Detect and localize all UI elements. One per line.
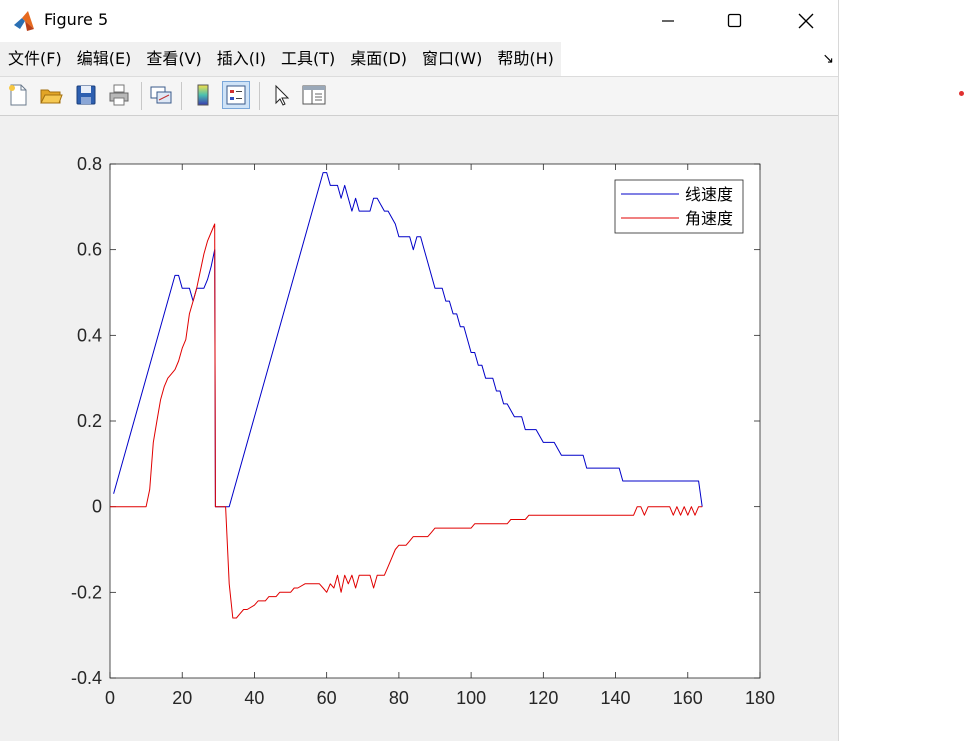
figure-toolbar <box>0 76 838 116</box>
y-tick-label: 0.6 <box>77 240 102 260</box>
save-icon <box>76 85 96 105</box>
minimize-icon <box>662 20 674 22</box>
y-tick-label: -0.2 <box>71 582 102 602</box>
x-tick-label: 80 <box>389 688 409 708</box>
y-tick-label: -0.4 <box>71 668 102 688</box>
colorbar-button[interactable] <box>189 81 217 109</box>
pointer-button[interactable] <box>267 81 295 109</box>
x-tick-label: 100 <box>456 688 486 708</box>
maximize-button[interactable] <box>699 0 771 42</box>
menu-file[interactable]: 文件(F) <box>0 42 69 76</box>
menu-bar: 文件(F) 编辑(E) 查看(V) 插入(I) 工具(T) 桌面(D) 窗口(W… <box>0 42 838 76</box>
x-tick-label: 20 <box>172 688 192 708</box>
y-tick-label: 0.8 <box>77 154 102 174</box>
window-title: Figure 5 <box>44 10 109 29</box>
x-tick-label: 0 <box>105 688 115 708</box>
figure-window: Figure 5 文件(F) 编辑(E) 查看(V) 插入(I) 工具(T) 桌… <box>0 0 839 741</box>
x-tick-label: 40 <box>244 688 264 708</box>
print-icon <box>109 84 129 106</box>
close-button[interactable] <box>770 0 842 42</box>
menu-items: 文件(F) 编辑(E) 查看(V) 插入(I) 工具(T) 桌面(D) 窗口(W… <box>0 42 561 76</box>
menu-desktop[interactable]: 桌面(D) <box>342 42 414 76</box>
link-plot-icon <box>150 86 172 104</box>
y-tick-label: 0 <box>92 497 102 517</box>
line-chart[interactable]: 0 20 40 60 80 100 120 140 160 180 -0.4 -0.2 0 0.2 0.4 0… <box>0 116 838 741</box>
pointer-icon <box>275 84 290 106</box>
legend-label: 线速度 <box>685 185 733 204</box>
matlab-logo-icon <box>12 9 36 33</box>
open-file-icon <box>40 89 63 104</box>
save-button[interactable] <box>72 81 100 109</box>
x-tick-label: 120 <box>528 688 558 708</box>
menu-window[interactable]: 窗口(W) <box>414 42 489 76</box>
legend-icon <box>226 85 246 105</box>
minimize-button[interactable] <box>632 0 704 42</box>
menu-help[interactable]: 帮助(H) <box>489 42 561 76</box>
x-tick-label: 60 <box>317 688 337 708</box>
menu-view[interactable]: 查看(V) <box>138 42 208 76</box>
menu-edit[interactable]: 编辑(E) <box>69 42 139 76</box>
new-figure-button[interactable] <box>4 81 32 109</box>
background-dot <box>959 91 964 96</box>
print-button[interactable] <box>105 81 133 109</box>
new-figure-icon <box>9 84 27 106</box>
property-editor-button[interactable] <box>300 81 328 109</box>
dock-figure-button[interactable]: ↘ <box>822 51 834 67</box>
x-tick-label: 160 <box>673 688 703 708</box>
property-editor-icon <box>302 85 326 105</box>
y-tick-label: 0.4 <box>77 325 102 345</box>
toolbar-separator <box>259 82 260 110</box>
link-plot-button[interactable] <box>147 81 175 109</box>
figure-canvas[interactable]: 0 20 40 60 80 100 120 140 160 180 -0.4 -0.2 0 0.2 0.4 0… <box>0 116 838 741</box>
close-icon <box>798 13 814 29</box>
legend: 线速度角速度 <box>614 179 744 234</box>
toolbar-separator <box>141 82 142 110</box>
open-file-button[interactable] <box>37 81 65 109</box>
title-bar[interactable]: Figure 5 <box>0 0 838 42</box>
x-tick-label: 140 <box>601 688 631 708</box>
axes: 0 20 40 60 80 100 120 140 160 180 -0.4 -0.2 0 0.2 0.4 0… <box>71 154 775 708</box>
toolbar-separator <box>181 82 182 110</box>
menu-insert[interactable]: 插入(I) <box>209 42 273 76</box>
legend-label: 角速度 <box>685 209 733 228</box>
colorbar-icon <box>197 84 209 106</box>
maximize-icon <box>727 13 742 28</box>
menu-tools[interactable]: 工具(T) <box>273 42 342 76</box>
y-tick-label: 0.2 <box>77 411 102 431</box>
legend-button[interactable] <box>222 81 250 109</box>
x-tick-label: 180 <box>745 688 775 708</box>
